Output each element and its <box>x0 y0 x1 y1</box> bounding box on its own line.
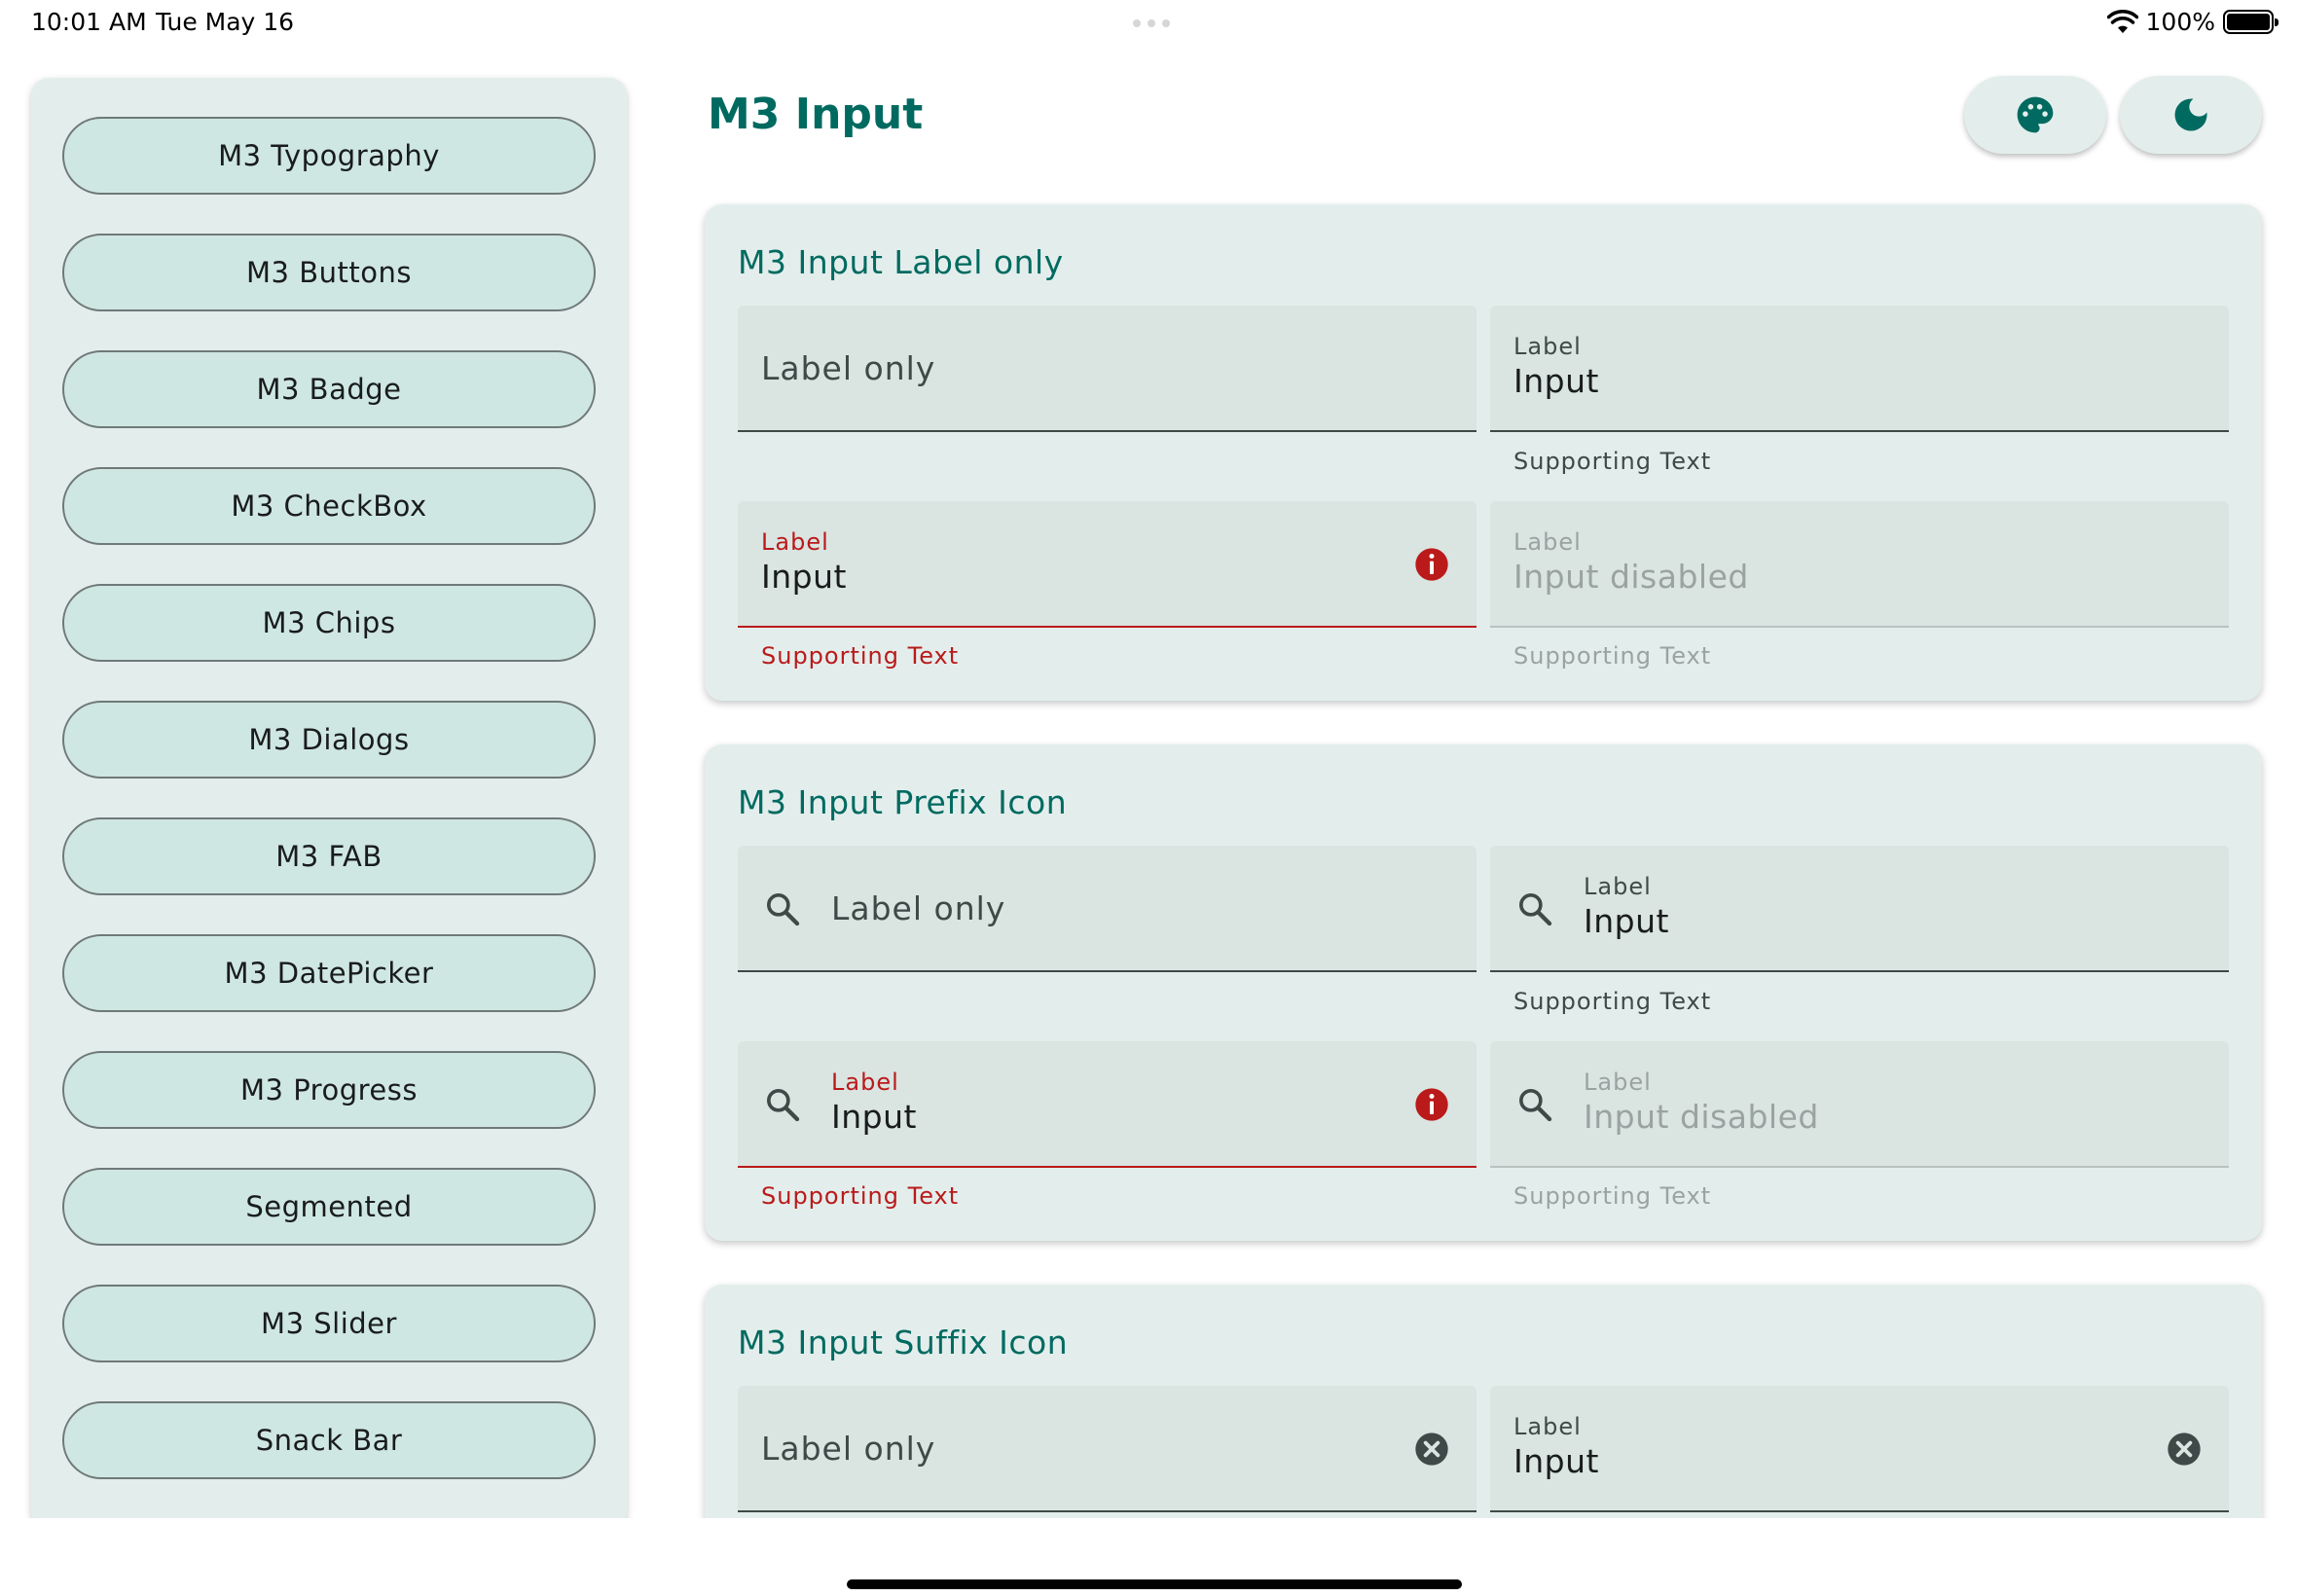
text-field-error[interactable]: Label Input <box>738 501 1477 628</box>
field-label: Label only <box>761 348 936 387</box>
search-icon <box>1519 893 1552 926</box>
text-field-suffix-filled[interactable]: Label Input <box>1490 1386 2229 1512</box>
field-value: Input <box>1584 902 1669 940</box>
supporting-text: Supporting Text <box>1513 988 1712 1015</box>
text-field-suffix-label-only[interactable]: Label only <box>738 1386 1477 1512</box>
field-value: Input disabled <box>1513 558 1749 596</box>
field-value: Input <box>831 1098 917 1136</box>
card-title: M3 Input Label only <box>738 243 1064 281</box>
field-label: Label only <box>761 1429 936 1468</box>
clear-icon[interactable] <box>1412 1430 1451 1469</box>
card-input-label-only: M3 Input Label only Label only Label Inp… <box>705 204 2262 701</box>
field-label: Label <box>1513 1413 1582 1440</box>
status-bar: 10:01 AM Tue May 16 100% <box>0 0 2297 49</box>
sidebar-item-fab[interactable]: M3 FAB <box>62 817 596 895</box>
page-title: M3 Input <box>708 90 924 139</box>
app-screen: 10:01 AM Tue May 16 100% M3 Typography M… <box>0 0 2297 1596</box>
sidebar-item-datepicker[interactable]: M3 DatePicker <box>62 934 596 1012</box>
sidebar-item-segmented[interactable]: Segmented <box>62 1168 596 1246</box>
field-label: Label <box>1584 1069 1652 1096</box>
sidebar-item-slider[interactable]: M3 Slider <box>62 1285 596 1362</box>
field-label: Label <box>761 528 829 556</box>
field-label: Label only <box>831 889 1006 927</box>
supporting-text-disabled: Supporting Text <box>1513 642 1712 670</box>
status-date: Tue May 16 <box>156 8 295 36</box>
search-icon <box>767 893 800 926</box>
sidebar-item-checkbox[interactable]: M3 CheckBox <box>62 467 596 545</box>
text-field-filled[interactable]: Label Input <box>1490 306 2229 432</box>
text-field-prefix-filled[interactable]: Label Input <box>1490 846 2229 972</box>
sidebar-item-snackbar[interactable]: Snack Bar <box>62 1401 596 1479</box>
sidebar-item-progress[interactable]: M3 Progress <box>62 1051 596 1129</box>
clear-icon[interactable] <box>2165 1430 2204 1469</box>
field-label: Label <box>1584 873 1652 900</box>
text-field-label-only[interactable]: Label only <box>738 306 1477 432</box>
status-indicators: 100% <box>2106 8 2279 36</box>
supporting-text-error: Supporting Text <box>761 1182 960 1210</box>
field-value: Input disabled <box>1584 1098 1819 1136</box>
field-label: Label <box>1513 333 1582 360</box>
dark-mode-button[interactable] <box>2120 76 2262 154</box>
home-indicator[interactable] <box>847 1579 1462 1589</box>
sidebar-item-badge[interactable]: M3 Badge <box>62 350 596 428</box>
card-title: M3 Input Suffix Icon <box>738 1324 1069 1361</box>
battery-percentage: 100% <box>2145 8 2215 36</box>
supporting-text: Supporting Text <box>1513 448 1712 475</box>
text-field-prefix-error[interactable]: Label Input <box>738 1041 1477 1168</box>
dark-mode-moon-icon <box>2174 98 2207 131</box>
multitasking-dots-icon[interactable] <box>1133 19 1170 27</box>
supporting-text-disabled: Supporting Text <box>1513 1182 1712 1210</box>
sidebar-item-typography[interactable]: M3 Typography <box>62 117 596 195</box>
sidebar-item-dialogs[interactable]: M3 Dialogs <box>62 701 596 779</box>
error-info-icon <box>1415 1088 1448 1121</box>
text-field-prefix-disabled: Label Input disabled <box>1490 1041 2229 1168</box>
error-info-icon <box>1415 548 1448 581</box>
status-time: 10:01 AM <box>31 8 147 36</box>
battery-icon <box>2223 10 2279 34</box>
supporting-text-error: Supporting Text <box>761 642 960 670</box>
sidebar-item-buttons[interactable]: M3 Buttons <box>62 234 596 311</box>
field-label: Label <box>831 1069 899 1096</box>
search-icon <box>1519 1089 1552 1122</box>
text-field-disabled: Label Input disabled <box>1490 501 2229 628</box>
field-value: Input <box>1513 362 1599 400</box>
field-value: Input <box>1513 1442 1599 1480</box>
text-field-prefix-label-only[interactable]: Label only <box>738 846 1477 972</box>
sidebar-item-chips[interactable]: M3 Chips <box>62 584 596 662</box>
search-icon <box>767 1089 800 1122</box>
sidebar: M3 Typography M3 Buttons M3 Badge M3 Che… <box>31 78 627 1528</box>
field-value: Input <box>761 558 847 596</box>
wifi-icon <box>2106 9 2138 33</box>
card-input-prefix-icon: M3 Input Prefix Icon Label only Label In… <box>705 744 2262 1241</box>
card-title: M3 Input Prefix Icon <box>738 783 1068 821</box>
field-label: Label <box>1513 528 1582 556</box>
theme-color-button[interactable] <box>1964 76 2106 154</box>
palette-icon <box>2017 96 2054 133</box>
